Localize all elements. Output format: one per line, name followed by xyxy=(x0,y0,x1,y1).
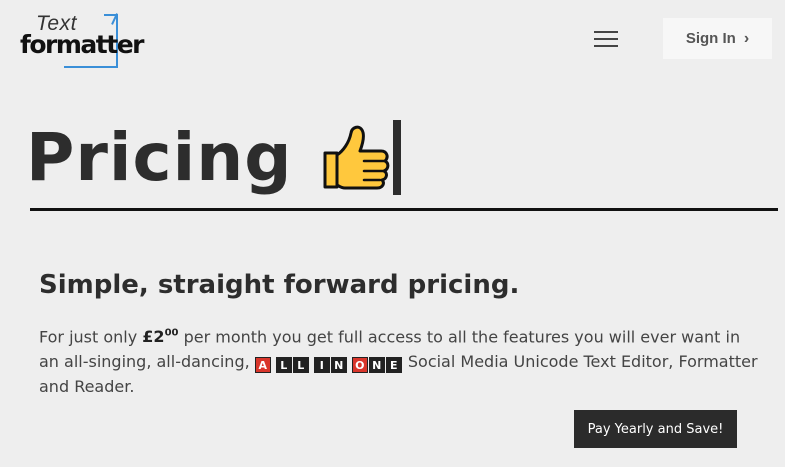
title-divider xyxy=(30,208,778,211)
chevron-right-icon: › xyxy=(743,29,750,47)
tile-letter: N xyxy=(330,357,347,374)
tile-letter: A xyxy=(254,357,271,374)
menu-bar xyxy=(594,45,618,47)
tile-letter: I xyxy=(313,357,330,374)
price-amount: £2 xyxy=(142,327,165,347)
tile-letter: O xyxy=(351,357,368,374)
text-cursor xyxy=(393,120,401,195)
tile-letter: L xyxy=(275,357,292,374)
pricing-description: For just only £200 per month you get ful… xyxy=(39,321,759,399)
tile-letter: E xyxy=(385,357,402,374)
intro-text: For just only xyxy=(39,327,143,347)
menu-bar xyxy=(594,38,618,40)
tile-letter: N xyxy=(368,357,385,374)
logo-text-bottom: formatter xyxy=(20,30,145,59)
menu-bar xyxy=(594,31,618,33)
page-title: Pricing xyxy=(26,118,293,196)
site-logo[interactable]: Text formatter xyxy=(20,12,145,70)
price-pence: 00 xyxy=(164,328,179,339)
sign-in-button[interactable]: Sign In › xyxy=(663,18,772,59)
price: £200 xyxy=(142,327,178,346)
thumbs-up-icon xyxy=(323,125,389,190)
hamburger-menu-icon[interactable] xyxy=(594,31,618,49)
tile-letter: L xyxy=(292,357,309,374)
pricing-subtitle: Simple, straight forward pricing. xyxy=(39,270,520,300)
pay-yearly-button[interactable]: Pay Yearly and Save! xyxy=(574,410,737,448)
sign-in-label: Sign In xyxy=(685,30,736,47)
title-row: Pricing xyxy=(26,112,391,202)
